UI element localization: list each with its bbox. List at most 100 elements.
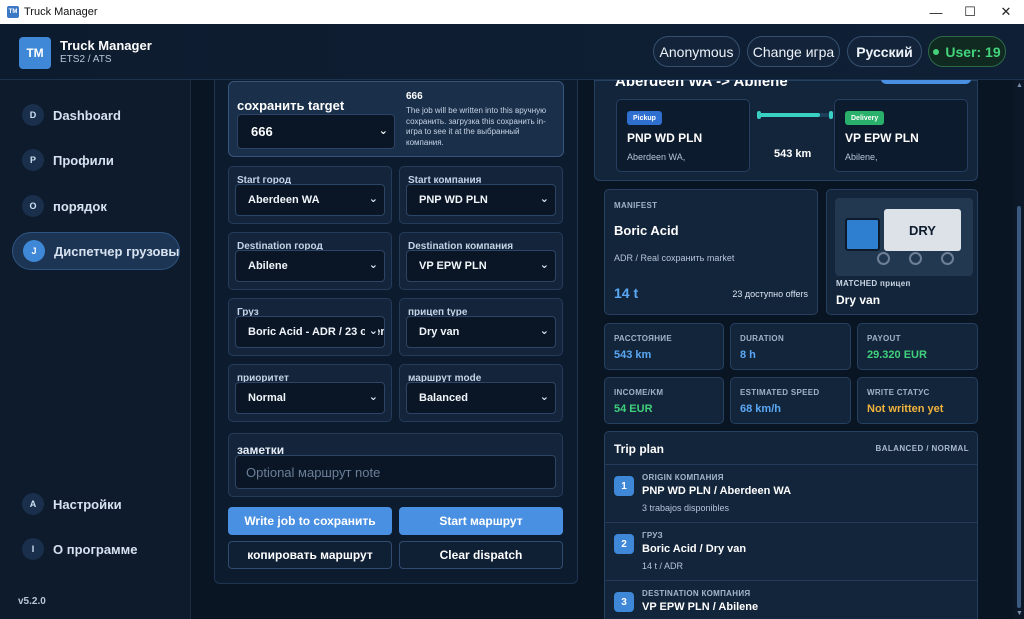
wheel-icon [877, 252, 890, 265]
chevron-down-icon: ⌄ [378, 125, 388, 137]
stat-value: 54 EUR [614, 403, 653, 415]
sidebar-item-about[interactable]: I О программе [12, 530, 187, 568]
pickup-card: Pickup PNP WD PLN Aberdeen WA, [616, 99, 750, 172]
app-header: TM Truck Manager ETS2 / ATS Anonymous Ch… [0, 24, 1024, 80]
route-mode-select[interactable]: Balanced ⌄ [406, 382, 556, 414]
delivery-company: VP EPW PLN [845, 131, 919, 145]
route-title: Aberdeen WA -> Abilene [615, 80, 788, 90]
chevron-down-icon: ⌄ [364, 390, 378, 403]
scroll-thumb[interactable] [1017, 206, 1021, 608]
scroll-down-icon[interactable]: ▼ [1016, 610, 1023, 617]
user-badge[interactable]: User: 19 [928, 36, 1006, 67]
trailer-icon: DRY [884, 209, 961, 251]
window-title: Truck Manager [24, 6, 98, 18]
sidebar-item-order[interactable]: O порядок [12, 187, 187, 225]
start-company-select[interactable]: PNP WD PLN ⌄ [406, 184, 556, 216]
stat-caption: РАССТОЯНИЕ [614, 334, 672, 343]
select-value: VP EPW PLN [419, 260, 487, 272]
stat-caption: ESTIMATED SPEED [740, 388, 820, 397]
sidebar-item-label: Диспетчер грузовых заданий [54, 243, 180, 259]
save-target-label: сохранить target [237, 98, 345, 113]
scroll-up-icon[interactable]: ▲ [1016, 82, 1023, 89]
delivery-card: Delivery VP EPW PLN Abilene, [834, 99, 968, 172]
trailer-card: DRY MATCHED прицеп Dry van [826, 189, 978, 315]
stat-write-status: WRITE СТАТУС Not written yet [857, 377, 978, 424]
route-distance: 543 km [774, 148, 812, 160]
maximize-button[interactable]: ☐ [952, 0, 988, 24]
chevron-down-icon: ⌄ [364, 324, 378, 337]
route-panel: Aberdeen WA -> Abilene Pickup PNP WD PLN… [594, 80, 978, 181]
minimize-button[interactable]: — [918, 0, 954, 24]
anonymous-button[interactable]: Anonymous [653, 36, 740, 67]
sidebar: D Dashboard P Профили O порядок J Диспет… [0, 80, 191, 619]
dest-city-field: Destination город Abilene ⌄ [228, 232, 392, 290]
trip-plan-title: Trip plan [614, 442, 665, 456]
cargo-select[interactable]: Boric Acid - ADR / 23 offers ⌄ [235, 316, 385, 348]
copy-route-button[interactable]: копировать маршрут [228, 541, 392, 569]
step-main: Boric Acid / Dry van [642, 543, 747, 555]
sidebar-item-dashboard[interactable]: D Dashboard [12, 96, 187, 134]
profiles-icon: P [22, 149, 44, 171]
step-number: 3 [614, 592, 634, 612]
right-scrollbar[interactable]: ▲ ▼ [1014, 80, 1024, 619]
stat-value: Not written yet [867, 403, 944, 415]
manifest-caption: MANIFEST [614, 201, 658, 210]
step-number: 1 [614, 476, 634, 496]
manifest-cargo: Boric Acid [614, 223, 679, 238]
dest-company-field: Destination компания VP EPW PLN ⌄ [399, 232, 563, 290]
trip-step: 1 ORIGIN КОМПАНИЯ PNP WD PLN / Aberdeen … [605, 464, 977, 522]
clear-dispatch-button[interactable]: Clear dispatch [399, 541, 563, 569]
language-button[interactable]: Русский [847, 36, 922, 67]
chevron-down-icon: ⌄ [535, 324, 549, 337]
save-target-value: 666 [251, 124, 273, 139]
sidebar-item-label: Dashboard [53, 107, 121, 123]
wheel-icon [941, 252, 954, 265]
route-mode-field: маршрут mode Balanced ⌄ [399, 364, 563, 422]
priority-select[interactable]: Normal ⌄ [235, 382, 385, 414]
notes-field: заметки Optional маршрут note [228, 433, 563, 497]
chevron-down-icon: ⌄ [535, 390, 549, 403]
online-status-icon [933, 48, 940, 55]
sidebar-item-label: Настройки [53, 496, 122, 512]
select-value: Dry van [419, 326, 460, 338]
stat-value: 8 h [740, 349, 756, 361]
step-caption: ГРУЗ [642, 531, 663, 540]
stat-caption: PAYOUT [867, 334, 901, 343]
trip-plan-meta: BALANCED / NORMAL [875, 444, 969, 453]
close-window-button[interactable]: ✕ [988, 0, 1024, 24]
change-game-button[interactable]: Change игра [747, 36, 840, 67]
dest-company-select[interactable]: VP EPW PLN ⌄ [406, 250, 556, 282]
dashboard-icon: D [22, 104, 44, 126]
save-target-panel: сохранить target 666 ⌄ 666 The job will … [228, 81, 564, 157]
write-job-button[interactable]: Write job to сохранить [228, 507, 392, 535]
route-end-dot [829, 111, 833, 119]
sidebar-item-profiles[interactable]: P Профили [12, 141, 187, 179]
start-route-button[interactable]: Start маршрут [399, 507, 563, 535]
save-target-title: 666 [406, 91, 423, 102]
app-logo: TM [19, 37, 51, 69]
about-icon: I [22, 538, 44, 560]
trip-step: 2 ГРУЗ Boric Acid / Dry van 14 t / ADR [605, 522, 977, 580]
app-window-icon: TM [7, 6, 19, 18]
chevron-down-icon: ⌄ [364, 192, 378, 205]
step-caption: DESTINATION КОМПАНИЯ [642, 589, 751, 598]
trailer-illustration: DRY [835, 198, 973, 276]
manifest-offers: 23 доступно offers [732, 289, 808, 299]
start-company-field: Start компания PNP WD PLN ⌄ [399, 166, 563, 224]
sidebar-item-settings[interactable]: A Настройки [12, 485, 187, 523]
start-city-select[interactable]: Aberdeen WA ⌄ [235, 184, 385, 216]
pickup-city: Aberdeen WA, [627, 152, 686, 162]
stat-duration: DURATION 8 h [730, 323, 851, 370]
notes-input[interactable]: Optional маршрут note [235, 455, 556, 489]
route-action-button[interactable] [881, 80, 971, 84]
save-target-select[interactable]: 666 ⌄ [237, 114, 395, 149]
sidebar-item-label: порядок [53, 198, 107, 214]
step-main: PNP WD PLN / Aberdeen WA [642, 485, 792, 497]
trailer-type-select[interactable]: Dry van ⌄ [406, 316, 556, 348]
window-titlebar: TM Truck Manager — ☐ ✕ [0, 0, 1024, 24]
dest-city-select[interactable]: Abilene ⌄ [235, 250, 385, 282]
step-sub: 3 trabajos disponibles [642, 503, 730, 513]
sidebar-item-job-dispatcher[interactable]: J Диспетчер грузовых заданий [12, 232, 180, 270]
order-icon: O [22, 195, 44, 217]
cargo-field: Груз Boric Acid - ADR / 23 offers ⌄ [228, 298, 392, 356]
